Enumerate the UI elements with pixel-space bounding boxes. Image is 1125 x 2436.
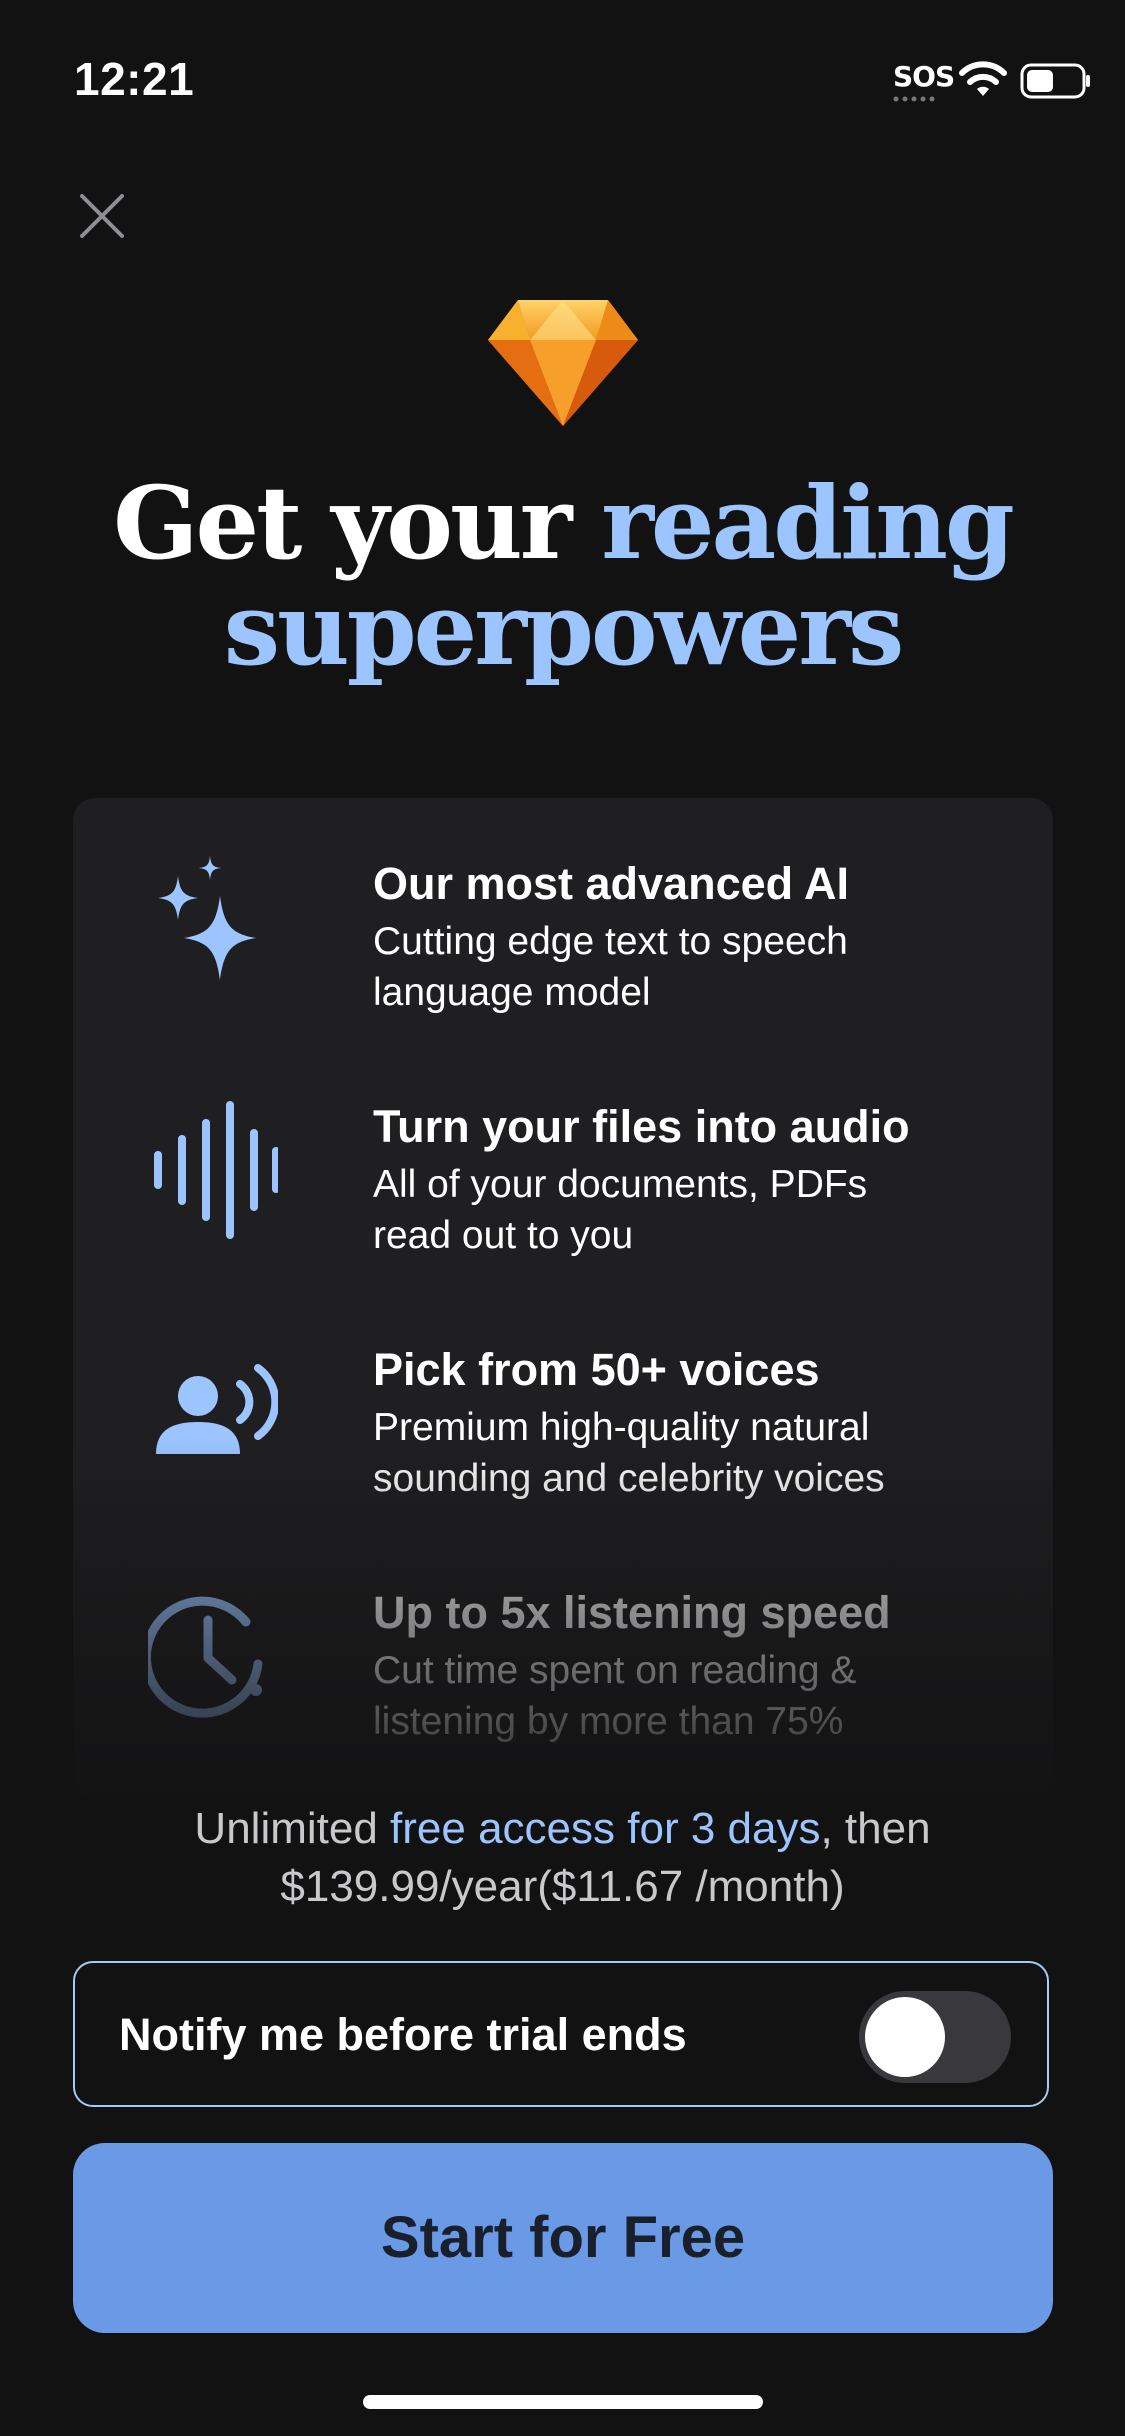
battery-icon <box>1020 63 1090 99</box>
headline: Get your reading superpowers <box>0 470 1125 682</box>
feature-item: Our most advanced AI Cutting edge text t… <box>73 856 1053 1058</box>
feature-title: Our most advanced AI <box>373 858 849 909</box>
headline-line-2: superpowers <box>223 570 905 688</box>
feature-desc-line: Cutting edge text to speech <box>373 920 848 963</box>
feature-desc-line: Cut time spent on reading & <box>373 1649 857 1692</box>
sos-indicator: SOS <box>893 60 955 93</box>
feature-desc-line: language model <box>373 971 651 1014</box>
offer-highlight: free access for 3 days <box>390 1804 821 1853</box>
feature-description: Cut time spent on reading & listening by… <box>373 1645 1013 1747</box>
sparkles-icon <box>158 856 256 980</box>
features-card: Our most advanced AI Cutting edge text t… <box>73 798 1053 1798</box>
offer-prefix: Unlimited <box>194 1804 391 1853</box>
toggle-knob <box>865 1997 945 2077</box>
wifi-icon <box>959 61 1007 96</box>
feature-desc-line: listening by more than 75% <box>373 1700 844 1743</box>
start-for-free-button[interactable]: Start for Free <box>73 2143 1053 2333</box>
person-speaking-icon <box>156 1364 278 1454</box>
status-time: 12:21 <box>74 53 195 105</box>
audio-waveform-icon <box>154 1101 278 1239</box>
home-indicator[interactable] <box>363 2395 763 2409</box>
notify-trial-row[interactable]: Notify me before trial ends <box>73 1961 1049 2107</box>
feature-description: Premium high-quality natural sounding an… <box>373 1402 1013 1504</box>
feature-title: Turn your files into audio <box>373 1101 910 1152</box>
clock-speed-icon <box>148 1596 263 1718</box>
headline-part-1: Get your <box>113 464 602 582</box>
feature-desc-line: All of your documents, PDFs <box>373 1163 868 1206</box>
signal-dots-icon <box>893 96 935 102</box>
feature-desc-line: read out to you <box>373 1214 634 1257</box>
offer-price: $139.99/year($11.67 /month) <box>280 1862 845 1911</box>
offer-line-1: Unlimited free access for 3 days, then <box>0 1800 1125 1858</box>
feature-description: Cutting edge text to speech language mod… <box>373 916 1013 1018</box>
feature-item: Turn your files into audio All of your d… <box>73 1101 1053 1301</box>
feature-desc-line: sounding and celebrity voices <box>373 1457 885 1500</box>
status-bar: 12:21 SOS <box>0 0 1125 150</box>
notify-toggle[interactable] <box>859 1991 1011 2083</box>
close-icon[interactable] <box>76 190 128 242</box>
feature-item: Pick from 50+ voices Premium high-qualit… <box>73 1344 1053 1544</box>
headline-part-2: reading <box>601 464 1015 582</box>
notify-label: Notify me before trial ends <box>119 2009 687 2060</box>
feature-item: Up to 5x listening speed Cut time spent … <box>73 1587 1053 1787</box>
offer-suffix: , then <box>820 1804 931 1853</box>
feature-title: Pick from 50+ voices <box>373 1344 820 1395</box>
offer-text: Unlimited free access for 3 days, then $… <box>0 1800 1125 1916</box>
feature-title: Up to 5x listening speed <box>373 1587 891 1638</box>
gem-icon <box>488 300 638 426</box>
feature-description: All of your documents, PDFs read out to … <box>373 1159 1013 1261</box>
feature-desc-line: Premium high-quality natural <box>373 1406 870 1449</box>
headline-line-1: Get your reading <box>0 470 1125 576</box>
